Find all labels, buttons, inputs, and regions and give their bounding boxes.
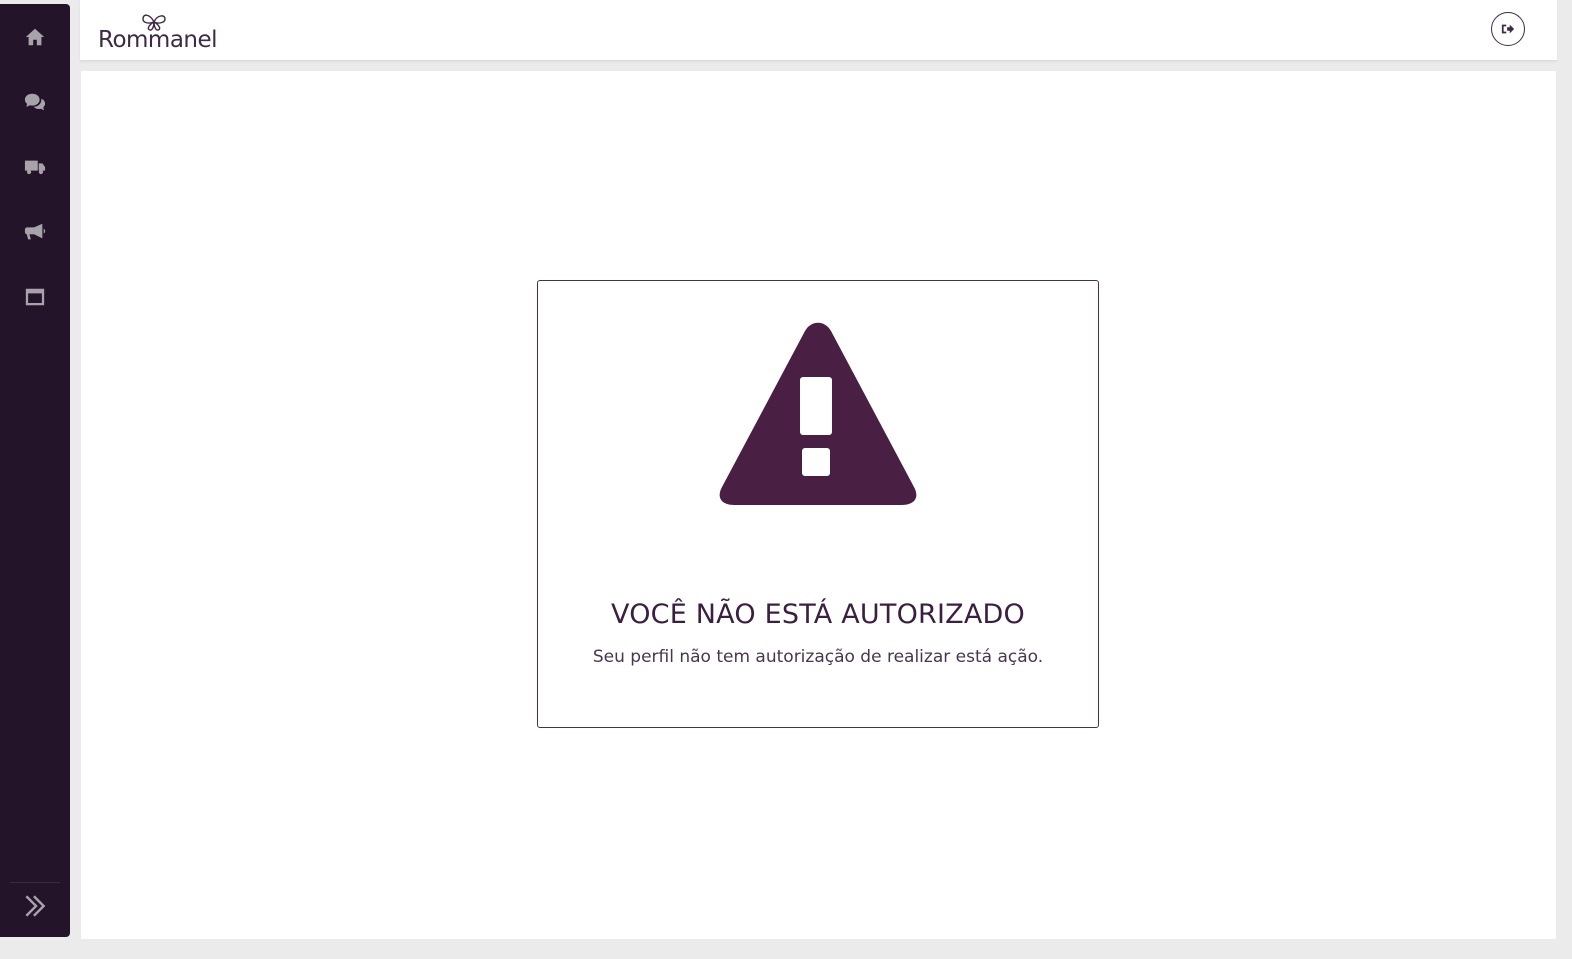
sidebar-item-window[interactable] <box>0 277 70 317</box>
warning-triangle-icon <box>719 322 917 505</box>
brand-name: Rommanel <box>98 27 218 53</box>
megaphone-icon <box>24 223 46 240</box>
sidebar-item-announcements[interactable] <box>0 212 70 252</box>
logout-icon <box>1501 24 1515 34</box>
double-chevron-right-icon <box>25 895 46 917</box>
main-content: VOCÊ NÃO ESTÁ AUTORIZADO Seu perfil não … <box>81 71 1556 939</box>
window-icon <box>25 288 45 306</box>
brand-logo[interactable]: Rommanel <box>98 8 228 54</box>
sidebar <box>0 4 70 937</box>
sidebar-divider <box>10 882 60 883</box>
unauthorized-alert-card: VOCÊ NÃO ESTÁ AUTORIZADO Seu perfil não … <box>537 280 1099 728</box>
sidebar-item-delivery[interactable] <box>0 147 70 187</box>
top-header: Rommanel <box>80 0 1557 61</box>
logout-button[interactable] <box>1491 12 1525 46</box>
truck-icon <box>24 160 46 175</box>
sidebar-expand-button[interactable] <box>0 884 70 928</box>
chat-icon <box>24 93 46 111</box>
alert-title: VOCÊ NÃO ESTÁ AUTORIZADO <box>611 599 1025 630</box>
sidebar-item-home[interactable] <box>0 17 70 57</box>
sidebar-item-chat[interactable] <box>0 82 70 122</box>
alert-message: Seu perfil não tem autorização de realiz… <box>592 647 1044 667</box>
home-icon <box>25 28 45 46</box>
